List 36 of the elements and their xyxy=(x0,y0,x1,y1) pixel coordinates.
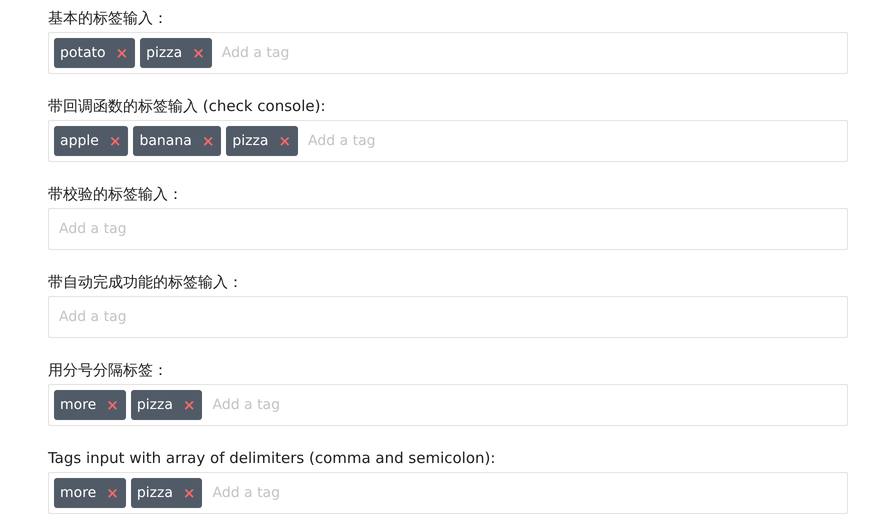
remove-tag-button[interactable]: × xyxy=(192,42,205,64)
remove-tag-button[interactable]: × xyxy=(202,130,214,152)
tag-input[interactable]: Add a tag xyxy=(48,296,848,338)
tag-label: more xyxy=(60,484,96,502)
tag-text-input[interactable]: Add a tag xyxy=(207,394,842,416)
field-label: 基本的标签输入： xyxy=(48,8,169,29)
tag-input[interactable]: Add a tag xyxy=(48,208,848,250)
remove-tag-button[interactable]: × xyxy=(182,394,196,416)
tag-input[interactable]: more × pizza × Add a tag xyxy=(48,384,848,426)
field-label: 带回调函数的标签输入 (check console): xyxy=(48,96,327,117)
tag-label: pizza xyxy=(146,44,182,62)
tag-label: pizza xyxy=(232,132,268,150)
tag-text-input[interactable]: Add a tag xyxy=(207,482,842,504)
tag-label: pizza xyxy=(136,484,173,502)
tag-label: pizza xyxy=(136,396,173,414)
tag-label: apple xyxy=(60,132,99,150)
tag-text-input[interactable]: Add a tag xyxy=(216,42,842,64)
tag-label: more xyxy=(60,396,96,414)
remove-tag-button[interactable]: × xyxy=(116,42,128,64)
field-label: 带校验的标签输入： xyxy=(48,184,184,205)
tag-text-input[interactable]: Add a tag xyxy=(54,218,842,240)
field-label: 用分号分隔标签： xyxy=(48,360,169,381)
remove-tag-button[interactable]: × xyxy=(278,130,292,152)
remove-tag-button[interactable]: × xyxy=(106,482,119,504)
tag-text-input[interactable]: Add a tag xyxy=(303,130,842,152)
tag-input[interactable]: more × pizza × Add a tag xyxy=(48,472,848,514)
remove-tag-button[interactable]: × xyxy=(108,130,122,152)
tag-text-input[interactable]: Add a tag xyxy=(54,306,842,328)
remove-tag-button[interactable]: × xyxy=(106,394,119,416)
tag-label: banana xyxy=(139,132,192,150)
tag-input[interactable]: potato × pizza × Add a tag xyxy=(48,32,848,74)
tag-input[interactable]: apple × banana × pizza × Add a tag xyxy=(48,120,848,162)
field-label: Tags input with array of delimiters (comma and semicolon): xyxy=(48,448,496,469)
tag-label: potato xyxy=(60,44,106,62)
remove-tag-button[interactable]: × xyxy=(182,482,196,504)
field-label: 带自动完成功能的标签输入： xyxy=(48,272,244,293)
